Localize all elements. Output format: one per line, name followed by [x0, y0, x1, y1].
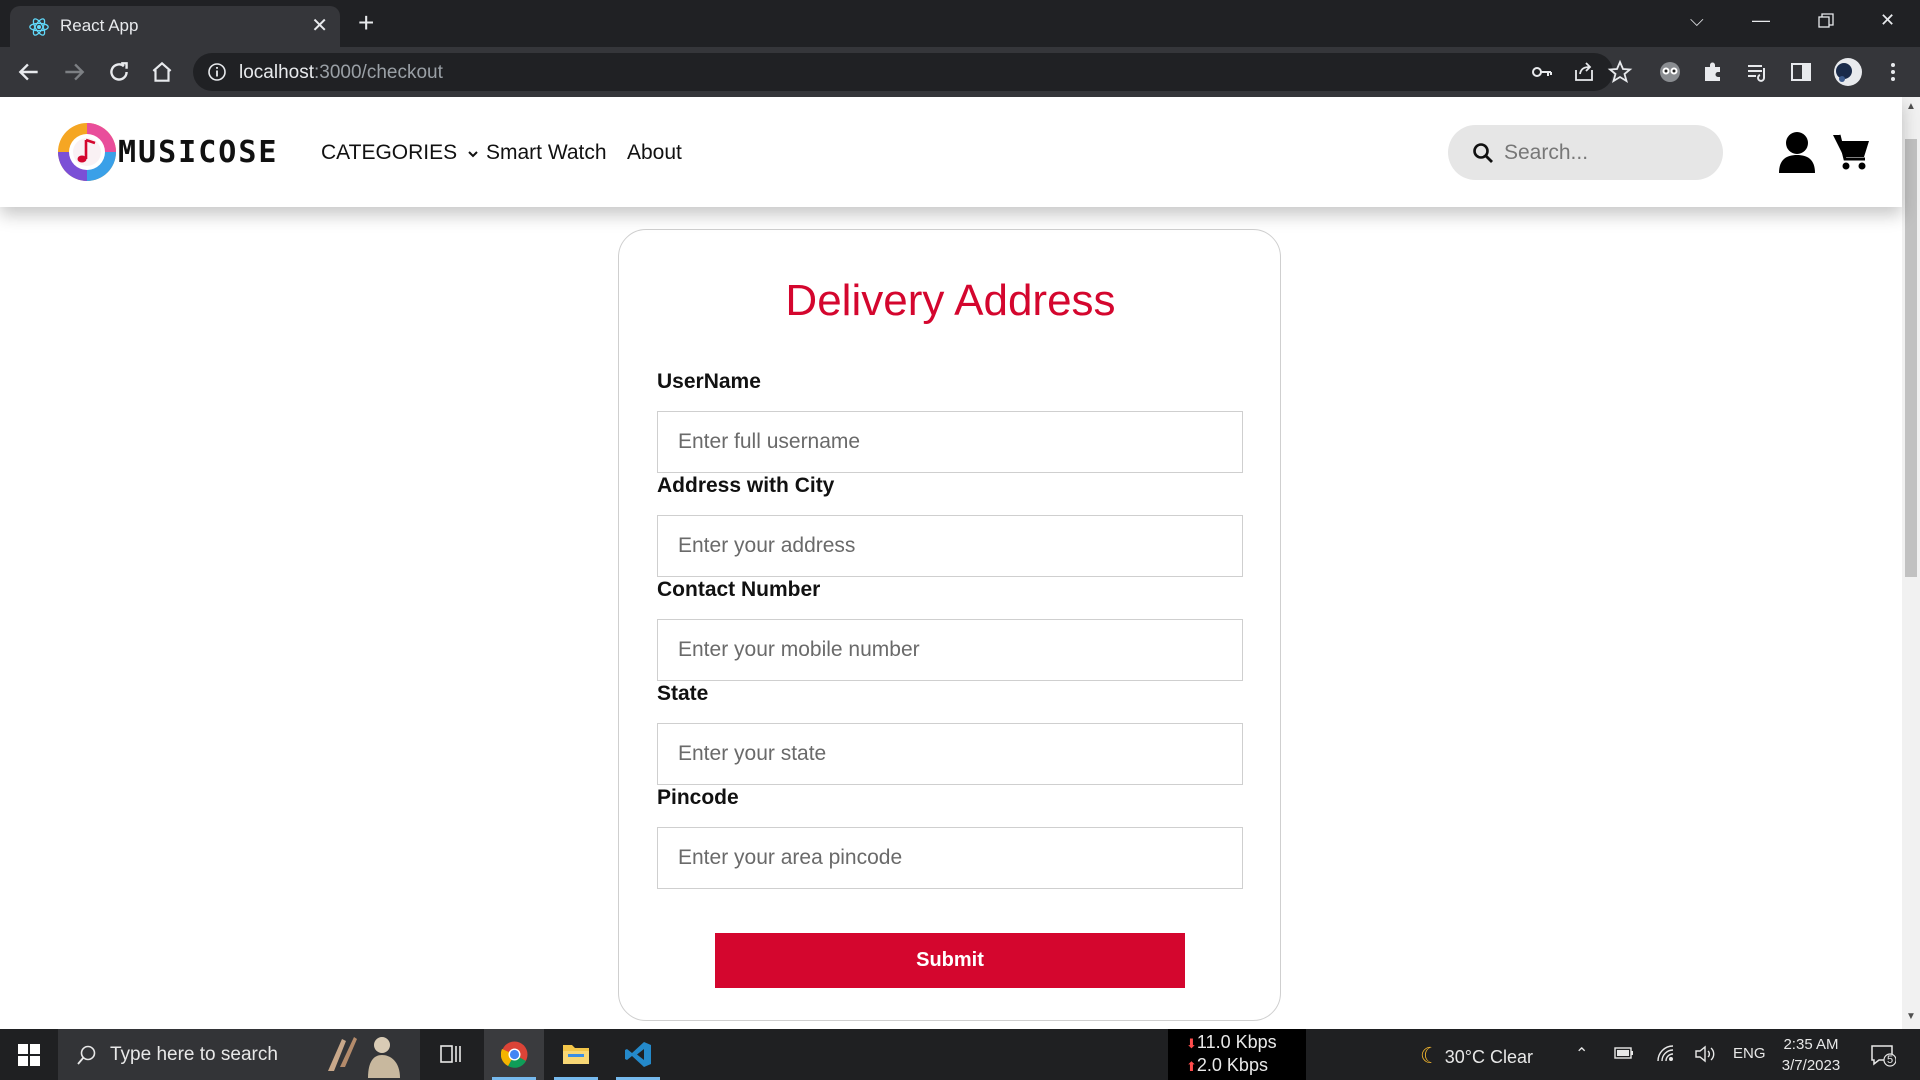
pincode-input[interactable] — [657, 827, 1243, 889]
network-speed-widget: ⬇11.0 Kbps ⬆2.0 Kbps — [1168, 1029, 1306, 1080]
search-icon — [77, 1045, 96, 1065]
windows-taskbar: Type here to search ⬇11.0 Kbps ⬆2.0 Kbps… — [0, 1029, 1920, 1080]
browser-toolbar: localhost:3000/checkout — [0, 47, 1920, 97]
scroll-thumb[interactable] — [1905, 139, 1917, 577]
form-title: Delivery Address — [785, 276, 1116, 325]
address-input[interactable] — [657, 515, 1243, 577]
profile-avatar[interactable] — [1833, 57, 1863, 87]
nav-categories[interactable]: CATEGORIES — [321, 141, 479, 165]
arrow-down-icon: ⬇ — [1186, 1036, 1197, 1051]
browser-tab-strip: React App ✕ + ⌵ — ✕ — [0, 0, 1920, 47]
menu-kebab-icon[interactable] — [1880, 59, 1906, 85]
restore-icon[interactable] — [1818, 13, 1834, 29]
react-icon — [29, 18, 49, 36]
page-viewport: MUSICOSE CATEGORIES Smart Watch About De… — [0, 97, 1920, 1029]
address-bar[interactable]: localhost:3000/checkout — [193, 53, 1633, 91]
weather-text: 30°C Clear — [1444, 1047, 1533, 1067]
back-icon[interactable] — [16, 59, 42, 85]
language-indicator[interactable]: ENG — [1733, 1045, 1766, 1062]
minimize-icon[interactable]: — — [1752, 10, 1770, 31]
nav-smart-watch[interactable]: Smart Watch — [486, 141, 607, 165]
cart-icon[interactable] — [1831, 131, 1871, 171]
musicose-logo-icon[interactable] — [56, 121, 118, 183]
contact-number-label: Contact Number — [657, 578, 821, 601]
taskbar-file-explorer[interactable] — [546, 1029, 606, 1080]
bookmark-star-icon[interactable] — [1607, 59, 1633, 85]
state-label: State — [657, 682, 709, 705]
taskbar-vscode[interactable] — [608, 1029, 668, 1080]
volume-icon[interactable] — [1694, 1044, 1716, 1064]
address-label: Address with City — [657, 474, 835, 497]
search-icon — [1473, 143, 1493, 163]
moon-icon: ☾ — [1420, 1043, 1440, 1068]
system-clock[interactable]: 2:35 AM 3/7/2023 — [1770, 1034, 1852, 1076]
scroll-up-icon[interactable]: ▲ — [1906, 101, 1916, 112]
net-upload: ⬆2.0 Kbps — [1186, 1055, 1268, 1076]
media-queue-icon[interactable] — [1744, 59, 1770, 85]
url-host: localhost — [239, 62, 314, 83]
submit-button[interactable]: Submit — [715, 933, 1185, 988]
nav-about[interactable]: About — [627, 141, 682, 165]
windows-start-icon[interactable] — [18, 1044, 40, 1066]
reload-icon[interactable] — [106, 59, 132, 85]
weather-widget[interactable]: ☾ 30°C Clear — [1420, 1043, 1533, 1069]
key-icon[interactable] — [1529, 59, 1555, 85]
clock-date: 3/7/2023 — [1781, 1057, 1841, 1074]
home-icon[interactable] — [149, 59, 175, 85]
taskbar-search-placeholder: Type here to search — [110, 1044, 278, 1065]
search-input[interactable] — [1504, 135, 1704, 170]
side-panel-icon[interactable] — [1788, 59, 1814, 85]
taskbar-chrome[interactable] — [484, 1029, 544, 1080]
user-account-icon[interactable] — [1777, 131, 1817, 173]
net-download: ⬇11.0 Kbps — [1186, 1032, 1277, 1053]
site-search[interactable] — [1448, 125, 1723, 180]
extensions-puzzle-icon[interactable] — [1700, 59, 1726, 85]
task-view-icon[interactable] — [430, 1029, 470, 1080]
extension-face-icon[interactable] — [1657, 59, 1683, 85]
logo-text[interactable]: MUSICOSE — [118, 135, 279, 170]
wifi-icon[interactable] — [1656, 1044, 1676, 1064]
tab-title: React App — [60, 16, 139, 35]
delivery-address-card: Delivery Address UserName Address with C… — [618, 229, 1281, 1021]
arrow-up-icon: ⬆ — [1186, 1059, 1197, 1074]
browser-tab[interactable]: React App ✕ — [10, 6, 340, 47]
net-upload-value: 2.0 Kbps — [1196, 1055, 1268, 1075]
share-icon[interactable] — [1571, 59, 1597, 85]
battery-icon[interactable] — [1614, 1046, 1634, 1060]
close-window-icon[interactable]: ✕ — [1880, 10, 1895, 31]
username-input[interactable] — [657, 411, 1243, 473]
search-highlight-statue-icon — [328, 1037, 400, 1078]
forward-icon[interactable] — [61, 59, 87, 85]
page-scrollbar[interactable]: ▲ ▼ — [1902, 97, 1920, 1029]
username-label: UserName — [657, 370, 761, 393]
close-tab-icon[interactable]: ✕ — [311, 14, 328, 38]
new-tab-icon[interactable]: + — [358, 8, 374, 38]
show-hidden-icons-chevron[interactable]: ⌃ — [1575, 1044, 1588, 1064]
site-info-icon[interactable] — [207, 62, 227, 82]
net-download-value: 11.0 Kbps — [1196, 1032, 1277, 1052]
folder-icon — [563, 1045, 589, 1064]
chevron-down-icon — [468, 151, 478, 158]
clock-time: 2:35 AM — [1783, 1036, 1839, 1053]
notification-count: 5 — [1887, 1054, 1894, 1066]
tab-search-chevron-icon[interactable]: ⌵ — [1690, 10, 1704, 31]
pincode-label: Pincode — [657, 786, 739, 809]
nav-categories-label: CATEGORIES — [321, 141, 458, 164]
taskbar-search[interactable]: Type here to search — [58, 1029, 420, 1080]
url-path: :3000/checkout — [314, 62, 443, 83]
contact-number-input[interactable] — [657, 619, 1243, 681]
chrome-icon — [501, 1041, 528, 1068]
site-header: MUSICOSE CATEGORIES Smart Watch About — [0, 97, 1902, 207]
scroll-down-icon[interactable]: ▼ — [1906, 1011, 1916, 1022]
state-input[interactable] — [657, 723, 1243, 785]
url-text: localhost:3000/checkout — [239, 62, 443, 84]
vscode-icon — [625, 1042, 651, 1067]
